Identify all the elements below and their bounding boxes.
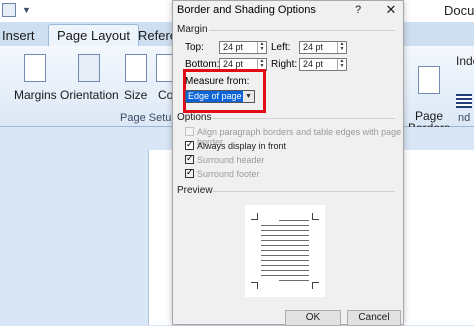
options-divider — [213, 118, 395, 119]
preview-corner-mark — [251, 213, 258, 220]
preview-text-line — [261, 255, 309, 256]
right-spinner[interactable]: 24 pt ▲ ▼ — [299, 58, 347, 71]
preview-page — [245, 205, 325, 297]
preview-text-line — [279, 280, 309, 281]
page-borders-button[interactable]: Page Borders — [408, 54, 450, 134]
spinner-arrows-icon[interactable]: ▲ ▼ — [337, 42, 346, 53]
left-value: 24 pt — [303, 42, 324, 52]
document-page-right[interactable] — [400, 150, 474, 325]
preview-text-line — [261, 265, 309, 266]
surround-footer-checkbox[interactable] — [185, 167, 194, 178]
size-icon — [124, 54, 147, 82]
quick-access-icon[interactable] — [2, 3, 16, 17]
margins-icon — [24, 54, 47, 82]
align-borders-checkbox[interactable] — [185, 127, 194, 136]
preview-text-line — [261, 245, 309, 246]
border-shading-options-dialog: Border and Shading Options ? ✕ Margin To… — [172, 0, 404, 326]
cancel-button[interactable]: Cancel — [347, 310, 401, 326]
surround-header-checkbox[interactable] — [185, 153, 194, 164]
left-label: Left: — [271, 42, 291, 53]
orientation-label: Orientation — [60, 88, 119, 102]
preview-text-line — [261, 230, 309, 231]
margins-label: Margins — [14, 88, 57, 102]
spinner-arrows-icon[interactable]: ▲ ▼ — [257, 42, 266, 53]
measure-from-value: Edge of page — [188, 91, 242, 101]
chevron-down-icon[interactable]: ▼ — [243, 91, 254, 102]
measure-from-dropdown[interactable]: Edge of page ▼ — [185, 90, 255, 103]
preview-text-line — [261, 250, 309, 251]
top-spinner[interactable]: 24 pt ▲ ▼ — [219, 41, 267, 54]
preview-text-line — [261, 225, 309, 226]
tab-insert[interactable]: Insert — [2, 28, 35, 43]
group-page-setup: Page Setup — [120, 112, 178, 124]
preview-corner-mark — [312, 282, 319, 289]
options-heading: Options — [177, 112, 212, 123]
spinner-arrows-icon[interactable]: ▲ ▼ — [337, 59, 346, 70]
left-spinner[interactable]: 24 pt ▲ ▼ — [299, 41, 347, 54]
right-value: 24 pt — [303, 59, 324, 69]
preview-corner-mark — [251, 282, 258, 289]
preview-text-line — [279, 220, 309, 221]
indent-icon[interactable] — [456, 94, 472, 108]
page-borders-icon — [418, 66, 441, 94]
top-value: 24 pt — [223, 42, 244, 52]
measure-from-label: Measure from: — [185, 76, 250, 87]
preview-text-line — [261, 275, 309, 276]
tab-page-layout[interactable]: Page Layout — [48, 24, 140, 46]
document-title: Docu — [444, 3, 474, 18]
dialog-title: Border and Shading Options — [177, 4, 316, 16]
orientation-button[interactable]: Orientation — [60, 54, 119, 102]
preview-heading: Preview — [177, 185, 213, 196]
ok-button[interactable]: OK — [285, 310, 341, 326]
surround-footer-label: Surround footer — [197, 169, 260, 179]
top-label: Top: — [185, 42, 204, 53]
orientation-icon — [78, 54, 101, 82]
preview-text-line — [261, 235, 309, 236]
preview-text-line — [261, 240, 309, 241]
help-icon[interactable]: ? — [355, 4, 361, 16]
preview-text-line — [261, 270, 309, 271]
margin-divider — [209, 30, 395, 31]
size-label: Size — [124, 88, 148, 102]
always-display-front-checkbox[interactable] — [185, 139, 194, 150]
margins-button[interactable]: Margins — [14, 54, 57, 102]
size-button[interactable]: Size — [124, 54, 147, 102]
right-label: Right: — [271, 59, 298, 70]
preview-corner-mark — [312, 213, 319, 220]
paragraph-group-label: nd — [458, 112, 471, 124]
bottom-value: 24 pt — [223, 59, 244, 69]
close-icon[interactable]: ✕ — [379, 1, 403, 19]
preview-text-line — [261, 260, 309, 261]
always-display-front-label: Always display in front — [197, 141, 287, 151]
quick-access-dropdown-icon[interactable]: ▼ — [22, 5, 31, 15]
margin-heading: Margin — [177, 24, 208, 35]
indent-group-label: Inde — [456, 54, 474, 68]
surround-header-label: Surround header — [197, 155, 265, 165]
preview-divider — [213, 191, 395, 192]
